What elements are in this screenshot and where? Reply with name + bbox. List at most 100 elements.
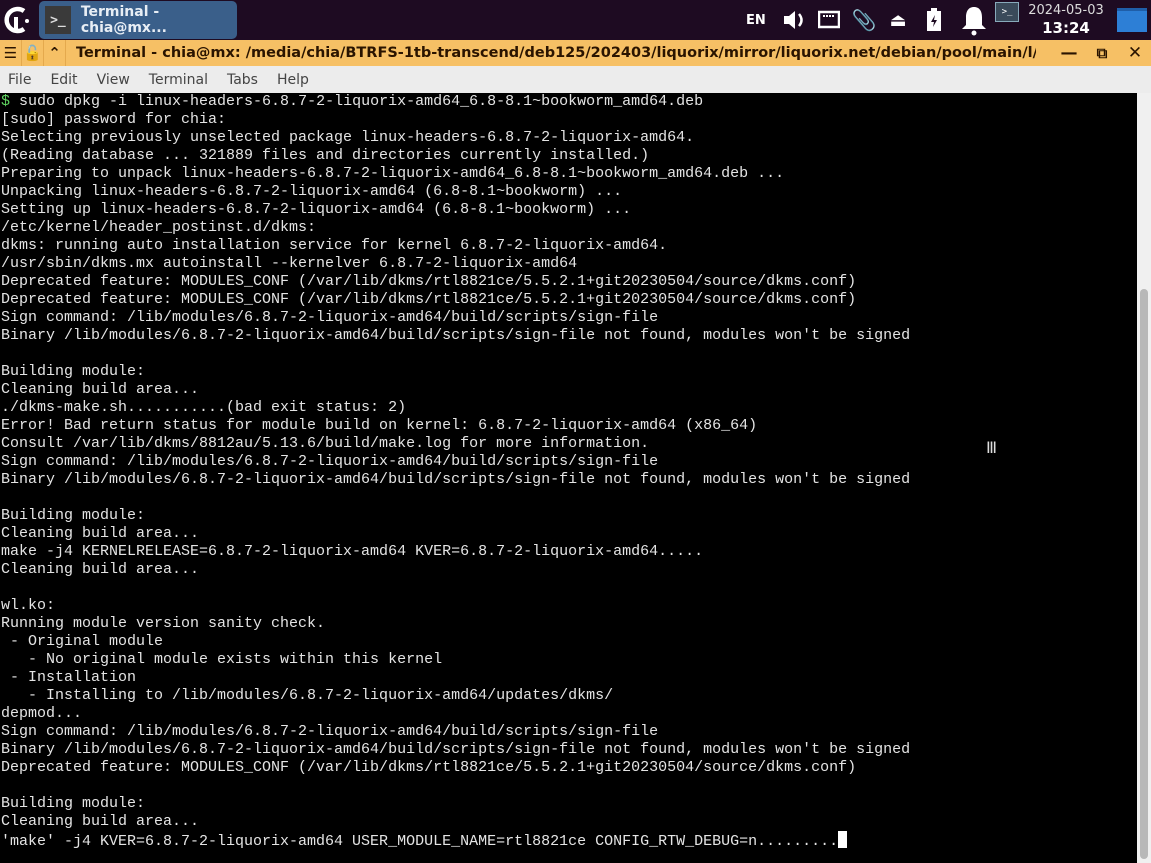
terminal-icon[interactable]: >_ [995,2,1019,22]
terminal-cursor [838,831,848,848]
taskbar-button-terminal[interactable]: >_ Terminal - chia@mx... [39,1,237,39]
output-line: Binary /lib/modules/6.8.7-2-liquorix-amd… [0,741,1137,759]
terminal-icon: >_ [45,6,71,34]
output-line-text: Unpacking linux-headers-6.8.7-2-liquorix… [1,183,623,200]
output-line: Cleaning build area... [0,381,1137,399]
output-line: Sign command: /lib/modules/6.8.7-2-liquo… [0,723,1137,741]
scrollbar[interactable] [1137,93,1151,863]
output-line-text: /etc/kernel/header_postinst.d/dkms: [1,219,317,236]
output-line-text: Setting up linux-headers-6.8.7-2-liquori… [1,201,632,218]
output-line-text: dkms: running auto installation service … [1,237,668,254]
output-line: Running module version sanity check. [0,615,1137,633]
output-line-text: Sign command: /lib/modules/6.8.7-2-liquo… [1,723,659,740]
output-line-text: Building module: [1,795,146,812]
clipboard-icon[interactable]: 📎 [851,0,877,40]
minimize-button[interactable]: — [1054,40,1084,66]
output-line: Building module: [0,507,1137,525]
output-line: Setting up linux-headers-6.8.7-2-liquori… [0,201,1137,219]
output-line-text: Building module: [1,363,146,380]
prompt: $ [1,93,11,110]
top-panel: >_ Terminal - chia@mx... EN 📎 ⏏ >_ 2024-… [0,0,1151,40]
command-line: $ sudo dpkg -i linux-headers-6.8.7-2-liq… [0,93,1137,111]
output-line-text: Sign command: /lib/modules/6.8.7-2-liquo… [1,453,659,470]
battery-icon[interactable] [924,8,944,32]
output-line: Deprecated feature: MODULES_CONF (/var/l… [0,291,1137,309]
output-line: Sign command: /lib/modules/6.8.7-2-liquo… [0,453,1137,471]
output-line-text: Preparing to unpack linux-headers-6.8.7-… [1,165,785,182]
output-line-text: ./dkms-make.sh...........(bad exit statu… [1,399,407,416]
text-cursor-ibeam-icon: Ⅲ [986,438,998,457]
output-line-text: [sudo] password for chia: [1,111,227,128]
output-line: /etc/kernel/header_postinst.d/dkms: [0,219,1137,237]
output-line-text: /usr/sbin/dkms.mx autoinstall --kernelve… [1,255,578,272]
menu-tabs[interactable]: Tabs [227,72,258,88]
output-line: Sign command: /lib/modules/6.8.7-2-liquo… [0,309,1137,327]
output-line-text: - No original module exists within this … [1,651,443,668]
app-menu-logo-icon[interactable] [2,5,32,35]
output-line: Deprecated feature: MODULES_CONF (/var/l… [0,759,1137,777]
date: 2024-05-03 [1028,3,1104,18]
output-line-text: - Installing to /lib/modules/6.8.7-2-liq… [1,687,614,704]
output-line-text: Deprecated feature: MODULES_CONF (/var/l… [1,759,857,776]
output-line: - Installing to /lib/modules/6.8.7-2-liq… [0,687,1137,705]
output-line-text: Building module: [1,507,146,524]
output-line-text: Binary /lib/modules/6.8.7-2-liquorix-amd… [1,327,911,344]
eject-icon[interactable]: ⏏ [886,0,910,40]
sticky-lock-icon[interactable]: 🔓 [22,40,44,66]
network-icon[interactable] [818,10,840,30]
output-line: /usr/sbin/dkms.mx autoinstall --kernelve… [0,255,1137,273]
output-line-text: Error! Bad return status for module buil… [1,417,758,434]
menu-terminal[interactable]: Terminal [149,72,208,88]
output-line-text: Binary /lib/modules/6.8.7-2-liquorix-amd… [1,471,911,488]
output-line: Building module: [0,363,1137,381]
output-line-text: Consult /var/lib/dkms/8812au/5.13.6/buil… [1,435,650,452]
window-title: Terminal - chia@mx: /media/chia/BTRFS-1t… [76,45,1036,61]
output-line: - Installation [0,669,1137,687]
window-menu-icon[interactable]: ☰ [0,40,22,66]
output-line-text: Cleaning build area... [1,813,200,830]
keyboard-layout[interactable]: EN [746,0,766,40]
output-line: 'make' -j4 KVER=6.8.7-2-liquorix-amd64 U… [0,831,1137,850]
output-line-text: (Reading database ... 321889 files and d… [1,147,650,164]
output-line-text: 'make' -j4 KVER=6.8.7-2-liquorix-amd64 U… [1,833,839,850]
show-desktop-button[interactable] [1117,8,1147,32]
maximize-button[interactable]: ⧉ [1087,40,1117,66]
clock[interactable]: 2024-05-03 13:24 [1026,3,1106,37]
terminal-output[interactable]: $ sudo dpkg -i linux-headers-6.8.7-2-liq… [0,93,1137,863]
output-line: depmod... [0,705,1137,723]
menu-bar: File Edit View Terminal Tabs Help [0,66,1151,93]
taskbar-label: Terminal - chia@mx... [80,4,167,36]
menu-file[interactable]: File [8,72,31,88]
menu-view[interactable]: View [97,72,130,88]
volume-icon[interactable] [782,9,808,31]
output-line: - No original module exists within this … [0,651,1137,669]
output-line-text: - Installation [1,669,137,686]
output-line: - Original module [0,633,1137,651]
menu-edit[interactable]: Edit [50,72,77,88]
time: 13:24 [1042,19,1090,37]
output-line: Cleaning build area... [0,525,1137,543]
output-line: Binary /lib/modules/6.8.7-2-liquorix-amd… [0,327,1137,345]
output-line-text: Selecting previously unselected package … [1,129,695,146]
output-line: Deprecated feature: MODULES_CONF (/var/l… [0,273,1137,291]
close-button[interactable]: ✕ [1120,40,1150,66]
menu-help[interactable]: Help [277,72,309,88]
output-line-text: Cleaning build area... [1,561,200,578]
shade-chevron-up-icon[interactable]: ⌃ [44,40,66,66]
output-line-text: Cleaning build area... [1,381,200,398]
window-titlebar[interactable]: ☰ 🔓 ⌃ Terminal - chia@mx: /media/chia/BT… [0,40,1151,66]
output-line-text: depmod... [1,705,83,722]
scrollbar-thumb[interactable] [1140,289,1148,859]
output-line: (Reading database ... 321889 files and d… [0,147,1137,165]
output-line-text: make -j4 KERNELRELEASE=6.8.7-2-liquorix-… [1,543,704,560]
output-line: Selecting previously unselected package … [0,129,1137,147]
output-line-text: Running module version sanity check. [1,615,326,632]
output-line-text: Cleaning build area... [1,525,200,542]
output-line-text: Deprecated feature: MODULES_CONF (/var/l… [1,291,857,308]
output-line: Cleaning build area... [0,813,1137,831]
notification-bell-icon[interactable] [959,4,989,36]
output-line: [sudo] password for chia: [0,111,1137,129]
